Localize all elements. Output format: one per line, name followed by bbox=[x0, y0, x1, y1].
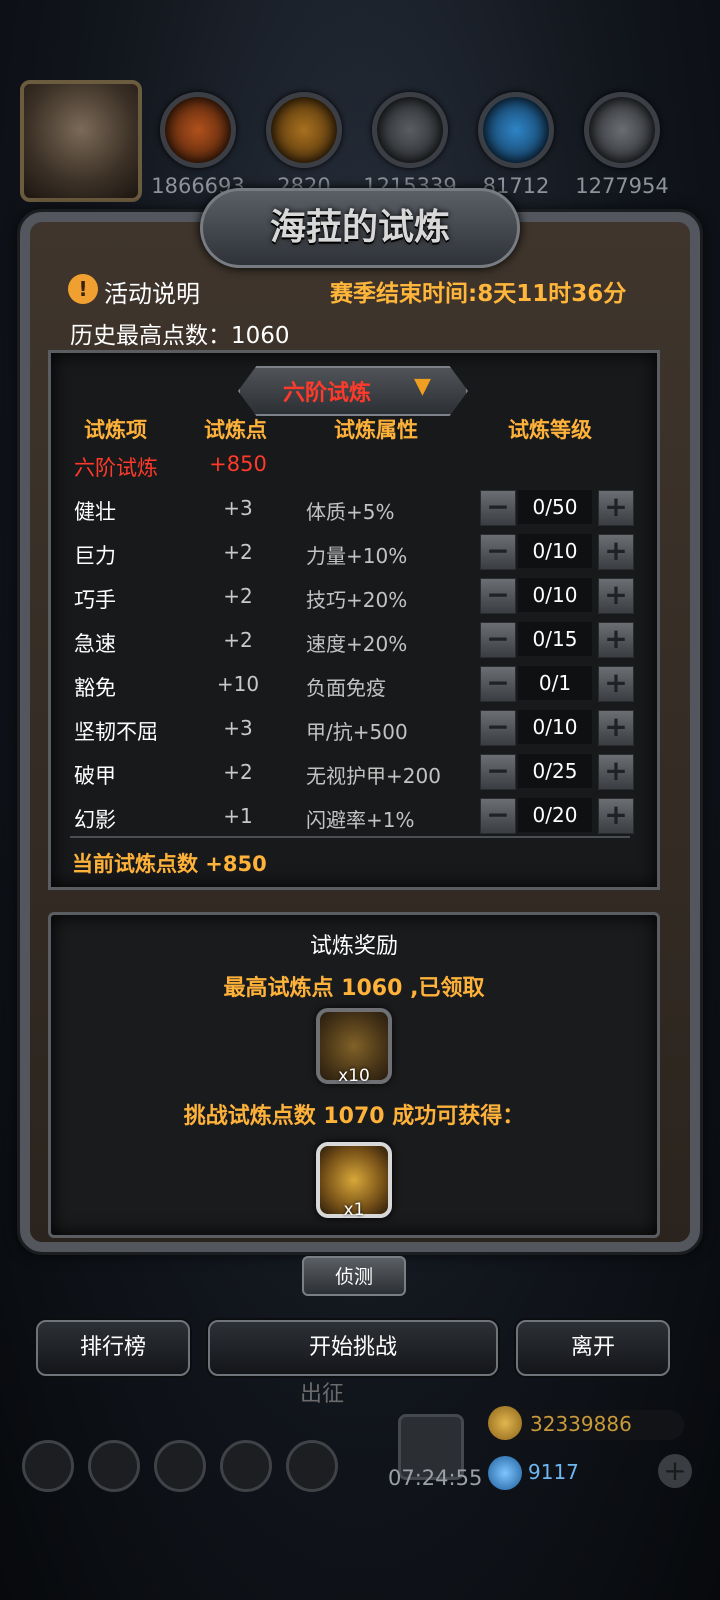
trial-attribute: 无视护甲+200 bbox=[306, 764, 441, 788]
reward-challenge-text: 挑战试炼点数 1070 成功可获得： bbox=[183, 1104, 525, 1129]
player-portrait[interactable] bbox=[20, 80, 142, 202]
increase-button[interactable]: + bbox=[598, 666, 634, 702]
wood-icon bbox=[266, 92, 342, 168]
trial-name: 巨力 bbox=[74, 544, 116, 568]
trial-attribute: 力量+10% bbox=[306, 544, 408, 568]
shop-icon[interactable] bbox=[154, 1440, 206, 1492]
meat-icon bbox=[160, 92, 236, 168]
challenge-chest-qty: x1 bbox=[343, 1200, 365, 1220]
gem-icon bbox=[488, 1456, 522, 1490]
header-points: 试炼点 bbox=[204, 418, 267, 442]
gift-timer: 07:24:55 bbox=[388, 1466, 483, 1490]
trial-level: 0/1 bbox=[518, 666, 592, 700]
decrease-button[interactable]: − bbox=[480, 490, 516, 526]
trial-level: 0/10 bbox=[518, 578, 592, 612]
warning-icon[interactable]: ! bbox=[68, 274, 98, 304]
trial-attribute: 甲/抗+500 bbox=[306, 720, 408, 744]
reward-claimed-text: 最高试炼点 1060 ,已领取 bbox=[223, 976, 485, 1001]
tier-row-name: 六阶试炼 bbox=[74, 456, 158, 480]
iron-icon bbox=[372, 92, 448, 168]
trial-points: +2 bbox=[223, 628, 253, 652]
mail-icon[interactable] bbox=[220, 1440, 272, 1492]
star-icon[interactable] bbox=[88, 1440, 140, 1492]
gold-coin-icon bbox=[488, 1406, 522, 1440]
header-attribute: 试炼属性 bbox=[334, 418, 418, 442]
trial-level: 0/20 bbox=[518, 798, 592, 832]
gear-icon[interactable] bbox=[286, 1440, 338, 1492]
decrease-button[interactable]: − bbox=[480, 798, 516, 834]
steel-icon bbox=[584, 92, 660, 168]
trial-level: 0/50 bbox=[518, 490, 592, 524]
dialog-title: 海菈的试炼 bbox=[269, 206, 450, 248]
decrease-button[interactable]: − bbox=[480, 754, 516, 790]
crystal-icon bbox=[478, 92, 554, 168]
trial-points: +2 bbox=[223, 540, 253, 564]
chevron-down-icon[interactable]: ▼ bbox=[414, 374, 431, 399]
trial-name: 健壮 bbox=[74, 500, 116, 524]
leave-button[interactable]: 离开 bbox=[516, 1320, 670, 1376]
trial-level: 0/10 bbox=[518, 534, 592, 568]
ranking-button[interactable]: 排行榜 bbox=[36, 1320, 190, 1376]
trial-name: 豁免 bbox=[74, 676, 116, 700]
gem-value: 9117 bbox=[528, 1460, 579, 1484]
trial-level: 0/10 bbox=[518, 710, 592, 744]
trial-points: +3 bbox=[223, 496, 253, 520]
increase-button[interactable]: + bbox=[598, 798, 634, 834]
trial-points: +10 bbox=[216, 672, 260, 696]
gold-value: 32339886 bbox=[530, 1412, 632, 1436]
activity-info-link[interactable]: 活动说明 bbox=[104, 274, 200, 309]
trial-attribute: 技巧+20% bbox=[306, 588, 408, 612]
season-end-time: 赛季结束时间:8天11时36分 bbox=[330, 281, 627, 307]
detect-button[interactable]: 侦测 bbox=[302, 1256, 406, 1296]
trial-attribute: 体质+5% bbox=[306, 500, 395, 524]
trial-name: 破甲 bbox=[74, 764, 116, 788]
trial-attribute: 负面免疫 bbox=[306, 676, 386, 700]
trial-level: 0/15 bbox=[518, 622, 592, 656]
header-item: 试炼项 bbox=[84, 418, 147, 442]
best-points: 历史最高点数：1060 bbox=[70, 323, 290, 349]
start-challenge-button[interactable]: 开始挑战 bbox=[208, 1320, 498, 1376]
decrease-button[interactable]: − bbox=[480, 666, 516, 702]
increase-button[interactable]: + bbox=[598, 622, 634, 658]
trial-points: +3 bbox=[223, 716, 253, 740]
decrease-button[interactable]: − bbox=[480, 710, 516, 746]
trial-name: 急速 bbox=[74, 632, 116, 656]
trial-points: +2 bbox=[223, 584, 253, 608]
settings-icon[interactable] bbox=[22, 1440, 74, 1492]
steel-count: 1277954 bbox=[575, 174, 669, 198]
decrease-button[interactable]: − bbox=[480, 578, 516, 614]
header-level: 试炼等级 bbox=[508, 418, 592, 442]
trial-points: +1 bbox=[223, 804, 253, 828]
trial-points: +2 bbox=[223, 760, 253, 784]
tier-dropdown-label[interactable]: 六阶试炼 bbox=[252, 375, 402, 407]
table-divider bbox=[70, 836, 630, 838]
increase-button[interactable]: + bbox=[598, 490, 634, 526]
add-currency-icon[interactable]: + bbox=[658, 1454, 692, 1488]
claimed-chest-qty: x10 bbox=[338, 1066, 370, 1086]
tier-row-points: +850 bbox=[209, 452, 267, 476]
decrease-button[interactable]: − bbox=[480, 534, 516, 570]
reward-title: 试炼奖励 bbox=[309, 934, 398, 959]
trial-attribute: 速度+20% bbox=[306, 632, 408, 656]
trial-name: 幻影 bbox=[74, 808, 116, 832]
trial-name: 巧手 bbox=[74, 588, 116, 612]
trial-name: 坚韧不屈 bbox=[74, 720, 158, 744]
increase-button[interactable]: + bbox=[598, 534, 634, 570]
current-points: 当前试炼点数 +850 bbox=[72, 852, 267, 876]
increase-button[interactable]: + bbox=[598, 710, 634, 746]
decrease-button[interactable]: − bbox=[480, 622, 516, 658]
increase-button[interactable]: + bbox=[598, 754, 634, 790]
trial-level: 0/25 bbox=[518, 754, 592, 788]
trial-attribute: 闪避率+1% bbox=[306, 808, 415, 832]
increase-button[interactable]: + bbox=[598, 578, 634, 614]
expedition-label: 出征 bbox=[300, 1382, 345, 1407]
